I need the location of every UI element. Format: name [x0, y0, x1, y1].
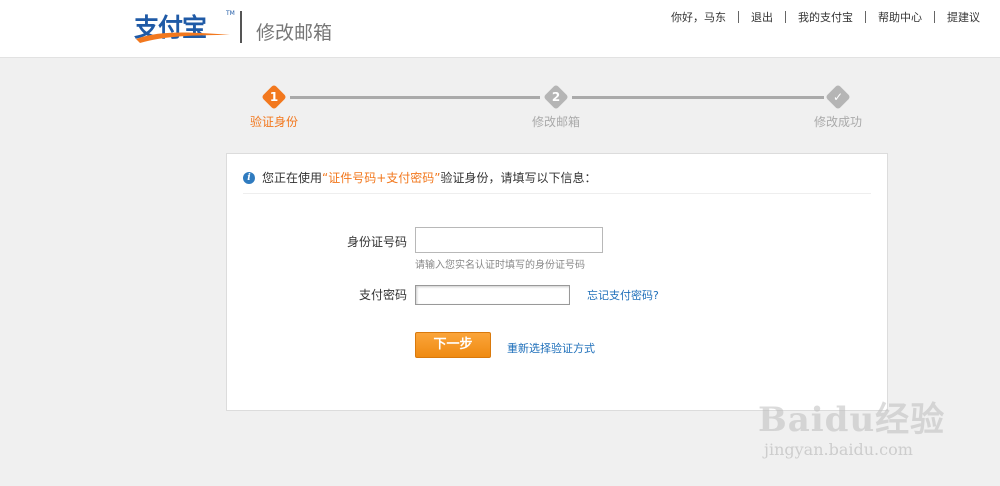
next-step-button[interactable]: 下一步 [415, 332, 491, 358]
notice-prefix: 您正在使用 [262, 171, 323, 185]
feedback-link[interactable]: 提建议 [935, 9, 980, 25]
step-connector [572, 96, 824, 99]
step-label: 修改邮箱 [531, 115, 580, 129]
step-verify-identity: 1 验证身份 [234, 84, 314, 130]
step-marker: 2 [543, 84, 569, 110]
info-notice: i 您正在使用“证件号码+支付密码”验证身份，请填写以下信息： [243, 168, 871, 194]
step-modify-email: 2 修改邮箱 [516, 84, 596, 130]
header: 支付宝 TM 修改邮箱 你好，马东 退出 我的支付宝 帮助中心 提建议 [0, 0, 1000, 58]
info-icon: i [243, 172, 255, 184]
header-divider [240, 11, 242, 43]
step-number: 1 [269, 90, 279, 104]
id-number-input[interactable] [415, 227, 603, 253]
forgot-password-link[interactable]: 忘记支付密码? [587, 287, 659, 303]
pay-password-label: 支付密码 [358, 288, 407, 302]
logo-trademark: TM [226, 10, 235, 17]
reselect-method-link[interactable]: 重新选择验证方式 [507, 340, 595, 356]
pay-password-input[interactable] [415, 285, 570, 305]
my-alipay-link[interactable]: 我的支付宝 [786, 9, 865, 25]
id-number-label: 身份证号码 [346, 235, 407, 249]
step-label: 验证身份 [249, 115, 298, 129]
baidu-jingyan-watermark: Baidu经验 jingyan.baidu.com [740, 378, 970, 478]
watermark-title: Baidu经验 [758, 400, 946, 440]
logout-link[interactable]: 退出 [739, 9, 785, 25]
step-marker: ✓ [825, 84, 851, 110]
verification-panel: i 您正在使用“证件号码+支付密码”验证身份，请填写以下信息： 身份证号码 请输… [226, 153, 888, 411]
notice-text: 您正在使用“证件号码+支付密码”验证身份，请填写以下信息： [262, 168, 597, 188]
progress-steps: 1 验证身份 2 修改邮箱 ✓ 修改成功 [240, 84, 880, 134]
step-label: 修改成功 [813, 115, 862, 129]
step-connector [290, 96, 540, 99]
step-success: ✓ 修改成功 [798, 84, 878, 130]
alipay-logo[interactable]: 支付宝 TM [134, 8, 235, 44]
watermark-url: jingyan.baidu.com [764, 440, 913, 459]
greeting-text: 你好，马东 [671, 11, 726, 24]
logo-swoosh-icon [136, 32, 230, 43]
notice-highlight: “证件号码+支付密码” [322, 171, 441, 185]
step-number: 2 [551, 90, 561, 104]
help-center-link[interactable]: 帮助中心 [866, 9, 934, 25]
id-number-hint: 请输入您实名认证时填写的身份证号码 [415, 260, 585, 271]
page-title: 修改邮箱 [256, 22, 333, 44]
top-nav: 你好，马东 退出 我的支付宝 帮助中心 提建议 [659, 9, 980, 25]
step-marker: 1 [261, 84, 287, 110]
checkmark-icon: ✓ [832, 90, 844, 104]
notice-suffix: 验证身份，请填写以下信息： [440, 171, 597, 185]
